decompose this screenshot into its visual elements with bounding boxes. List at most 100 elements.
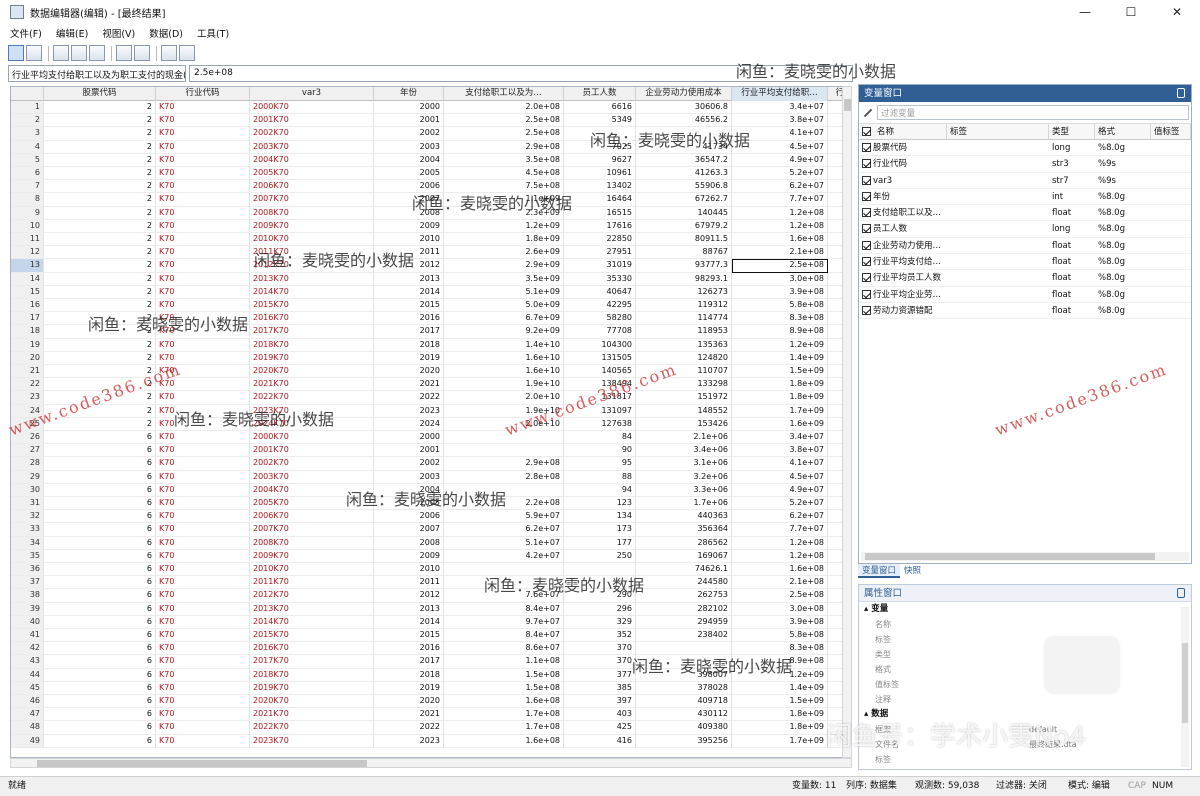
grid-cell[interactable]: 123 <box>564 497 636 511</box>
grid-cell[interactable]: 67979.2 <box>636 219 732 233</box>
grid-cell[interactable]: 1.4e+09 <box>732 681 828 695</box>
grid-cell[interactable]: 5.1e+09 <box>444 285 564 299</box>
grid-cell[interactable]: 46556.2 <box>636 114 732 128</box>
grid-cell[interactable]: K70 <box>156 721 250 735</box>
grid-cell[interactable]: 397 <box>564 695 636 709</box>
grid-cell[interactable]: K70 <box>156 470 250 484</box>
variable-checkbox[interactable] <box>862 289 871 299</box>
table-row[interactable]: 14 2 K70 2013K70 2013 3.5e+09 35330 98293.1 3.0e… <box>11 272 851 286</box>
grid-cell[interactable]: 10961 <box>564 167 636 181</box>
var-col-value-label[interactable]: 值标签 <box>1151 124 1191 139</box>
grid-cell[interactable]: 385 <box>564 681 636 695</box>
grid-cell[interactable]: 8.3e+08 <box>732 312 828 326</box>
grid-cell[interactable]: 2022K70 <box>250 721 374 735</box>
var-col-format[interactable]: 格式 <box>1095 124 1151 139</box>
grid-cell[interactable]: 6 <box>44 576 156 590</box>
grid-cell[interactable]: 2.9e+09 <box>444 259 564 273</box>
grid-cell[interactable]: 124820 <box>636 351 732 365</box>
grid-cell[interactable] <box>444 563 564 577</box>
grid-cell[interactable]: 2001K70 <box>250 444 374 458</box>
row-number[interactable]: 10 <box>11 219 44 233</box>
row-number[interactable]: 33 <box>11 523 44 537</box>
grid-cell[interactable]: 286562 <box>636 536 732 550</box>
grid-cell[interactable]: 2.9e+08 <box>444 140 564 154</box>
table-row[interactable]: 47 6 K70 2021K70 2021 1.7e+08 403 430112 1.8e+09 <box>11 708 851 722</box>
grid-cell[interactable]: 6 <box>44 589 156 603</box>
row-number[interactable]: 11 <box>11 233 44 247</box>
grid-cell[interactable]: 8.4e+07 <box>444 602 564 616</box>
grid-cell[interactable]: K70 <box>156 404 250 418</box>
grid-cell[interactable]: K70 <box>156 101 250 115</box>
grid-cell[interactable]: 36547.2 <box>636 153 732 167</box>
grid-cell[interactable]: 2 <box>44 299 156 313</box>
grid-cell[interactable]: 370 <box>564 655 636 669</box>
grid-cell[interactable]: 3.4e+06 <box>636 444 732 458</box>
grid-cell[interactable]: 1.6e+09 <box>732 417 828 431</box>
row-number[interactable]: 32 <box>11 510 44 524</box>
grid-cell[interactable]: 398007 <box>636 668 732 682</box>
grid-cell[interactable]: 2014K70 <box>250 285 374 299</box>
grid-cell[interactable]: 148552 <box>636 404 732 418</box>
row-number[interactable]: 17 <box>11 312 44 326</box>
grid-cell[interactable] <box>636 655 732 669</box>
grid-view-icon[interactable] <box>8 45 24 61</box>
variable-name-cell[interactable]: 行业平均企业劳… <box>859 287 947 302</box>
var-col-label[interactable]: 标签 <box>947 124 1049 139</box>
grid-cell[interactable]: 2 <box>44 167 156 181</box>
grid-cell[interactable]: 294959 <box>636 615 732 629</box>
variable-checkbox[interactable] <box>862 159 871 169</box>
grid-cell[interactable]: 2022K70 <box>250 391 374 405</box>
grid-cell[interactable]: 2 <box>44 259 156 273</box>
grid-cell[interactable]: 6 <box>44 563 156 577</box>
grid-cell[interactable]: 138494 <box>564 378 636 392</box>
grid-cell[interactable]: 2014K70 <box>250 615 374 629</box>
grid-cell[interactable]: 2003K70 <box>250 140 374 154</box>
table-row[interactable]: 32 6 K70 2006K70 2006 5.9e+07 134 440363 6.2e+07 <box>11 510 851 524</box>
table-row[interactable]: 7 2 K70 2006K70 2006 7.5e+08 13402 55906.8 6.2e+… <box>11 180 851 194</box>
column-header[interactable]: 行业平均支付给职… <box>732 87 828 101</box>
row-number[interactable]: 2 <box>11 114 44 128</box>
grid-cell[interactable]: K70 <box>156 549 250 563</box>
row-number[interactable]: 21 <box>11 365 44 379</box>
grid-cell[interactable]: 140445 <box>636 206 732 220</box>
row-number[interactable]: 25 <box>11 417 44 431</box>
grid-cell[interactable]: 1.8e+09 <box>732 708 828 722</box>
grid-cell[interactable]: 5.1e+07 <box>444 536 564 550</box>
grid-cell[interactable] <box>636 642 732 656</box>
table-row[interactable]: 33 6 K70 2007K70 2007 6.2e+07 173 356364 7.7e+07 <box>11 523 851 537</box>
grid-cell[interactable]: K70 <box>156 457 250 471</box>
table-row[interactable]: 31 6 K70 2005K70 2005 2.2e+08 123 1.7e+06 5.2e+0… <box>11 497 851 511</box>
grid-cell[interactable]: 2000 <box>374 431 444 445</box>
grid-cell[interactable]: 2012K70 <box>250 259 374 273</box>
save-icon[interactable] <box>71 45 87 61</box>
grid-cell[interactable]: K70 <box>156 391 250 405</box>
grid-cell[interactable]: 6 <box>44 629 156 643</box>
grid-cell[interactable]: 8.9e+08 <box>732 655 828 669</box>
row-number[interactable]: 29 <box>11 470 44 484</box>
grid-cell[interactable]: 6 <box>44 444 156 458</box>
grid-cell[interactable] <box>636 127 732 141</box>
grid-cell[interactable]: K70 <box>156 285 250 299</box>
grid-cell[interactable]: 2005 <box>374 167 444 181</box>
grid-cell[interactable]: 3.0e+08 <box>732 272 828 286</box>
grid-cell[interactable]: 140565 <box>564 365 636 379</box>
grid-cell[interactable]: 2.5e+08 <box>732 589 828 603</box>
grid-cell[interactable]: 6 <box>44 510 156 524</box>
grid-cell[interactable]: 35330 <box>564 272 636 286</box>
grid-cell[interactable]: 6.2e+07 <box>732 510 828 524</box>
grid-cell[interactable]: 2013K70 <box>250 272 374 286</box>
grid-cell[interactable]: 440363 <box>636 510 732 524</box>
grid-cell[interactable]: 30606.8 <box>636 101 732 115</box>
grid-cell[interactable]: 6 <box>44 668 156 682</box>
grid-cell[interactable]: 6 <box>44 642 156 656</box>
grid-cell[interactable]: 2004 <box>374 483 444 497</box>
grid-cell[interactable]: 2003 <box>374 140 444 154</box>
grid-cell[interactable]: K70 <box>156 734 250 748</box>
grid-cell[interactable]: 2 <box>44 338 156 352</box>
grid-cell[interactable]: 2011 <box>374 576 444 590</box>
grid-cell[interactable]: 4.1e+07 <box>732 127 828 141</box>
grid-cell[interactable]: 90 <box>564 444 636 458</box>
grid-cell[interactable]: 2019K70 <box>250 351 374 365</box>
grid-cell[interactable]: 2 <box>44 101 156 115</box>
table-row[interactable]: 44 6 K70 2018K70 2018 1.5e+08 377 398007 1.2e+09 <box>11 668 851 682</box>
